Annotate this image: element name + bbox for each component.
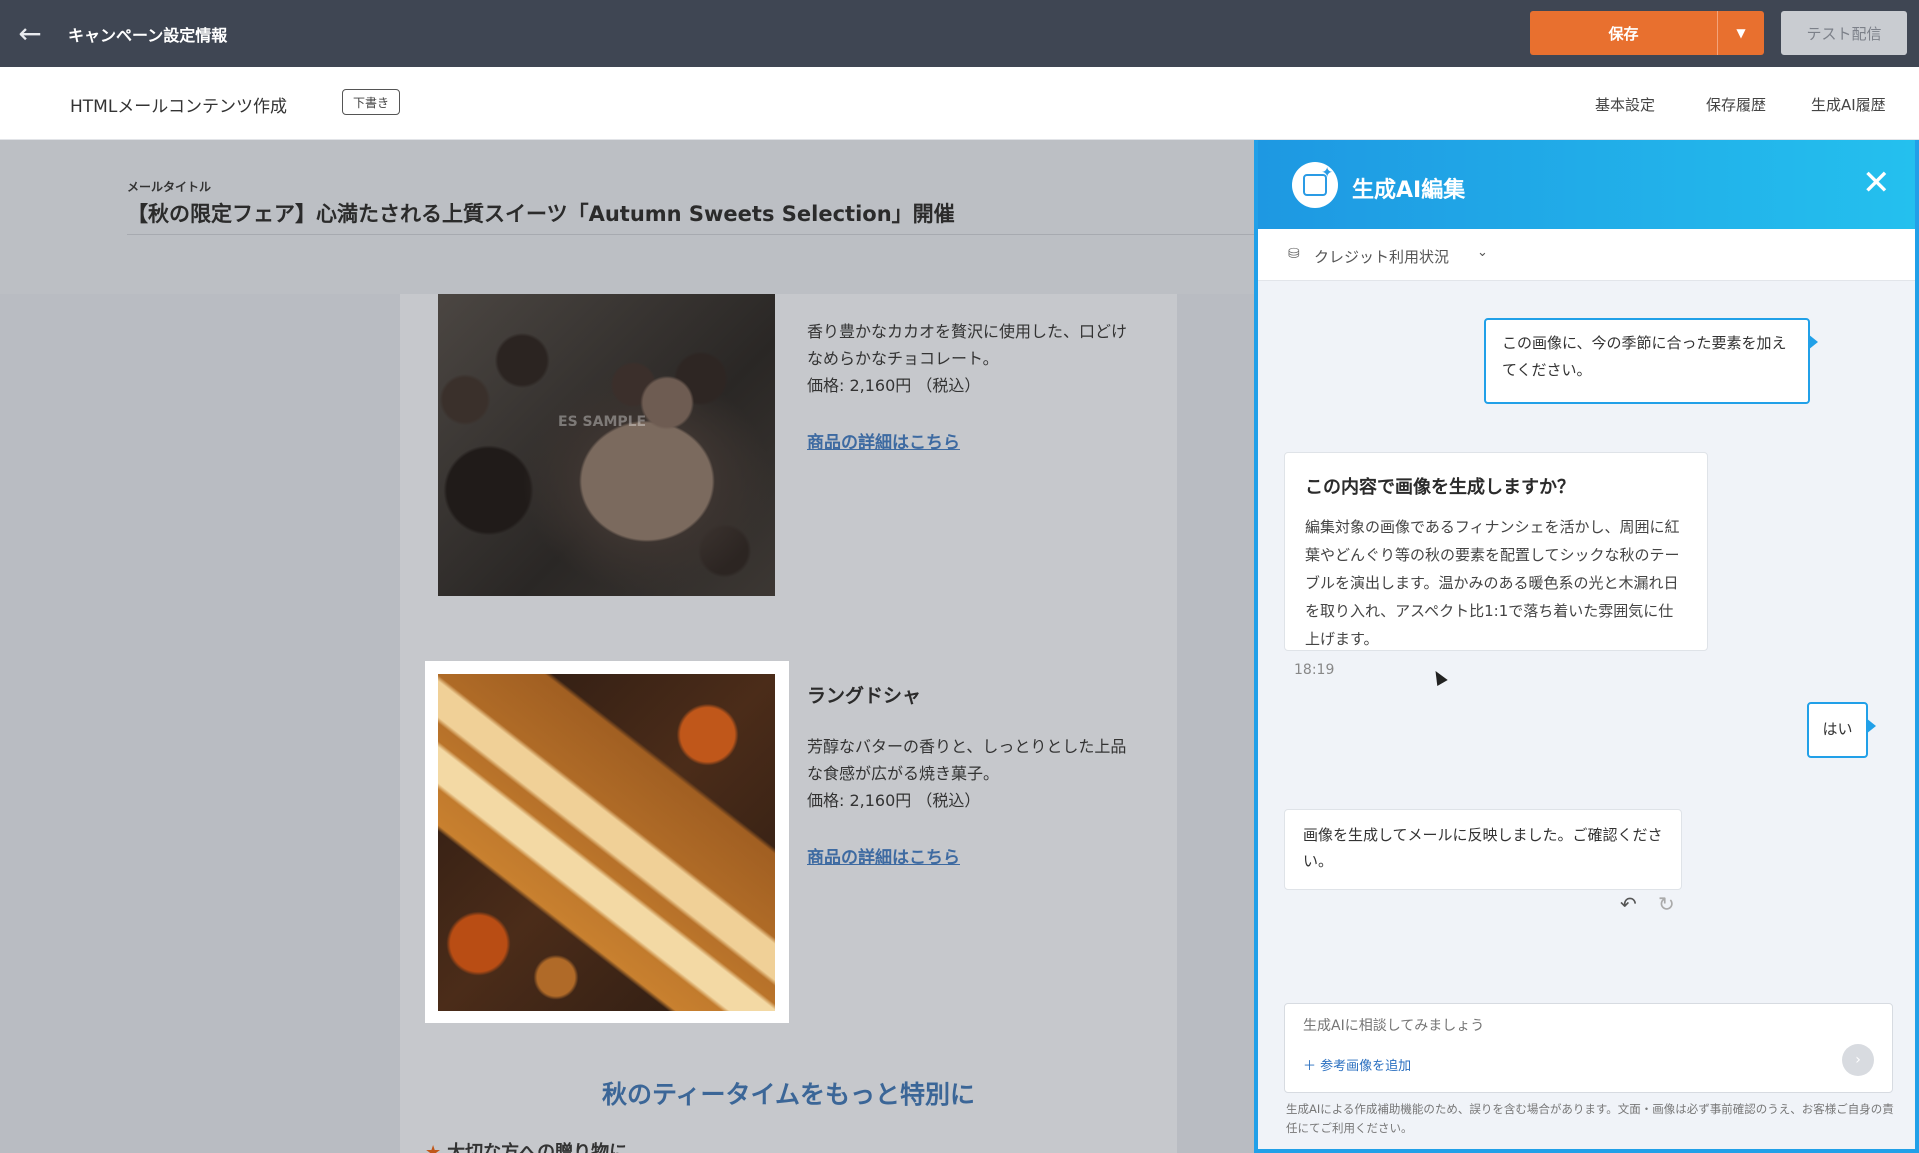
coin-icon: ⛁ <box>1288 246 1300 262</box>
product-image-langue-de-chat[interactable] <box>438 674 775 1011</box>
ai-panel-header: 生成AI編集 ✕ <box>1258 140 1915 229</box>
section-heading: 秋のティータイムをもっと特別に <box>601 1080 975 1109</box>
product-price: 価格: 2,160円 （税込） <box>807 376 981 395</box>
product-description: 香り豊かなカカオを贅沢に使用した、口どけなめらかなチョコレート。 <box>807 322 1128 368</box>
product-name: ラングドシャ <box>807 685 922 707</box>
product-detail-link[interactable]: 商品の詳細はこちら <box>807 843 960 868</box>
product-description: 芳醇なバターの香りと、しっとりとした上品な食感が広がる焼き菓子。 <box>807 737 1127 783</box>
gift-heading-text: 大切な方への贈り物に <box>447 1142 628 1153</box>
product-detail-link[interactable]: 商品の詳細はこちら <box>807 428 960 453</box>
undo-icon[interactable]: ↶ <box>1620 892 1637 916</box>
ai-result-message: 画像を生成してメールに反映しました。ご確認ください。 <box>1284 809 1682 890</box>
ai-confirm-body: 編集対象の画像であるフィナンシェを活かし、周囲に紅葉やどんぐり等の秋の要素を配置… <box>1305 518 1680 648</box>
save-dropdown-caret-icon[interactable]: ▼ <box>1717 11 1764 55</box>
save-button-group: 保存 ▼ <box>1530 11 1764 55</box>
nav-ai-history[interactable]: 生成AI履歴 <box>1811 94 1886 115</box>
user-message: この画像に、今の季節に合った要素を加えてください。 <box>1484 318 1818 404</box>
page-title: キャンペーン設定情報 <box>68 25 228 45</box>
ai-edit-icon <box>1292 162 1338 208</box>
ai-disclaimer: 生成AIによる作成補助機能のため、誤りを含む場合があります。文面・画像は必ず事前… <box>1286 1102 1894 1135</box>
ai-confirm-title: この内容で画像を生成しますか？ <box>1305 477 1575 498</box>
sample-watermark: ES SAMPLE <box>558 414 647 430</box>
ai-confirm-message: この内容で画像を生成しますか？ 編集対象の画像であるフィナンシェを活かし、周囲に… <box>1284 452 1708 651</box>
sub-header: HTMLメールコンテンツ作成 下書き 基本設定 保存履歴 生成AI履歴 <box>0 67 1919 140</box>
status-badge: 下書き <box>342 89 401 115</box>
send-icon[interactable]: › <box>1842 1044 1874 1076</box>
ai-edit-panel: 生成AI編集 ✕ ⛁ クレジット利用状況 ⌄ この画像に、今の季節に合った要素を… <box>1254 140 1919 1153</box>
mail-title-area: メールタイトル 【秋の限定フェア】心満たされる上質スイーツ「Autumn Swe… <box>0 140 1254 294</box>
credit-usage-label: クレジット利用状況 <box>1314 248 1450 266</box>
mail-title[interactable]: 【秋の限定フェア】心満たされる上質スイーツ「Autumn Sweets Sele… <box>127 198 955 228</box>
chat-input[interactable] <box>1303 1018 1823 1034</box>
test-send-button[interactable]: テスト配信 <box>1781 11 1907 55</box>
back-arrow-icon[interactable]: ← <box>0 0 60 67</box>
content-title: HTMLメールコンテンツ作成 <box>70 97 287 117</box>
close-icon[interactable]: ✕ <box>1862 166 1891 200</box>
regenerate-icon[interactable]: ↻ <box>1658 892 1675 916</box>
mail-title-label: メールタイトル <box>127 180 212 194</box>
user-message: はい <box>1807 702 1876 758</box>
product-image-chocolate[interactable]: ES SAMPLE <box>438 294 775 596</box>
save-button[interactable]: 保存 <box>1530 11 1717 55</box>
nav-basic-settings[interactable]: 基本設定 <box>1595 94 1655 115</box>
chevron-down-icon: ⌄ <box>1477 245 1488 260</box>
product-price: 価格: 2,160円 （税込） <box>807 791 981 810</box>
chat-input-box: ＋ 参考画像を追加 › <box>1284 1003 1893 1093</box>
gift-heading: ★ 大切な方への贈り物に <box>425 1138 627 1153</box>
star-icon: ★ <box>425 1142 442 1153</box>
message-timestamp: 18:19 <box>1294 662 1335 678</box>
divider <box>127 234 1254 235</box>
add-reference-image-button[interactable]: ＋ 参考画像を追加 <box>1303 1055 1411 1074</box>
nav-save-history[interactable]: 保存履歴 <box>1706 94 1766 115</box>
ai-panel-title: 生成AI編集 <box>1352 178 1466 203</box>
credit-usage-toggle[interactable]: ⛁ クレジット利用状況 ⌄ <box>1258 229 1915 281</box>
